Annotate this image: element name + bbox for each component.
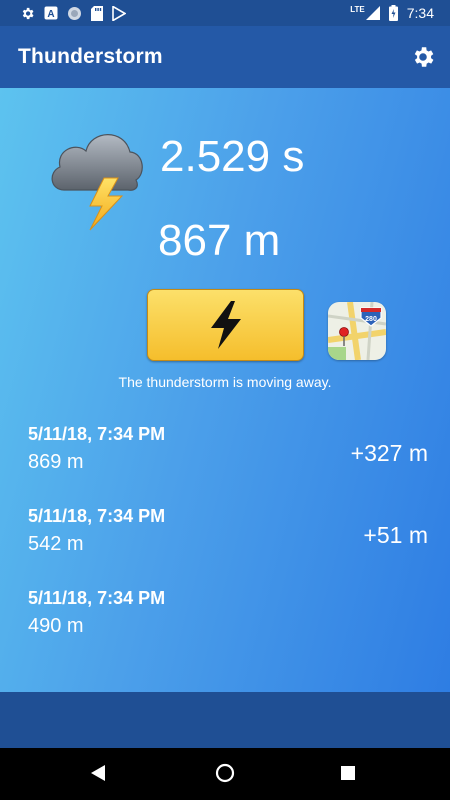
lightning-strike-button[interactable] xyxy=(147,289,304,361)
circle-icon xyxy=(68,6,81,20)
recents-icon[interactable] xyxy=(341,766,355,780)
signal-icon xyxy=(365,6,380,20)
lightning-bolt-icon xyxy=(210,301,241,349)
a-notification-icon: A xyxy=(44,6,58,20)
storm-cloud-icon xyxy=(51,134,143,231)
history-difference: +327 m xyxy=(350,440,428,466)
app-bar: Thunderstorm xyxy=(0,26,450,88)
status-time: 7:34 xyxy=(406,5,434,21)
main-content: 2.529 s 867 m 280 The thunderstorm is mo… xyxy=(0,88,450,692)
back-icon[interactable] xyxy=(90,764,106,782)
sd-card-icon xyxy=(91,5,103,21)
distance-display: 867 m xyxy=(158,216,281,265)
map-badge: 280 xyxy=(365,316,377,323)
settings-gear-icon[interactable] xyxy=(410,44,436,70)
map-button[interactable]: 280 xyxy=(328,302,386,360)
history-item: 5/11/18, 7:34 PM 490 m xyxy=(28,588,428,638)
status-message: The thunderstorm is moving away. xyxy=(118,374,332,390)
svg-text:A: A xyxy=(47,9,54,20)
maps-icon: 280 xyxy=(328,302,386,360)
history-item: 5/11/18, 7:34 PM 542 m +51 m xyxy=(28,506,428,556)
time-display: 2.529 s xyxy=(160,132,305,181)
app-title: Thunderstorm xyxy=(18,45,163,68)
navigation-bar xyxy=(0,748,450,800)
bottom-band xyxy=(0,692,450,748)
history-distance: 490 m xyxy=(28,615,84,637)
history-datetime: 5/11/18, 7:34 PM xyxy=(28,588,166,608)
gear-icon xyxy=(22,7,34,19)
network-type: LTE xyxy=(350,4,365,14)
play-store-icon xyxy=(112,5,126,21)
battery-charging-icon xyxy=(388,5,398,21)
status-bar: A LTE 7:34 xyxy=(0,0,450,26)
history-item: 5/11/18, 7:34 PM 869 m +327 m xyxy=(28,424,428,474)
history-difference: +51 m xyxy=(363,522,428,548)
home-icon[interactable] xyxy=(215,763,235,783)
